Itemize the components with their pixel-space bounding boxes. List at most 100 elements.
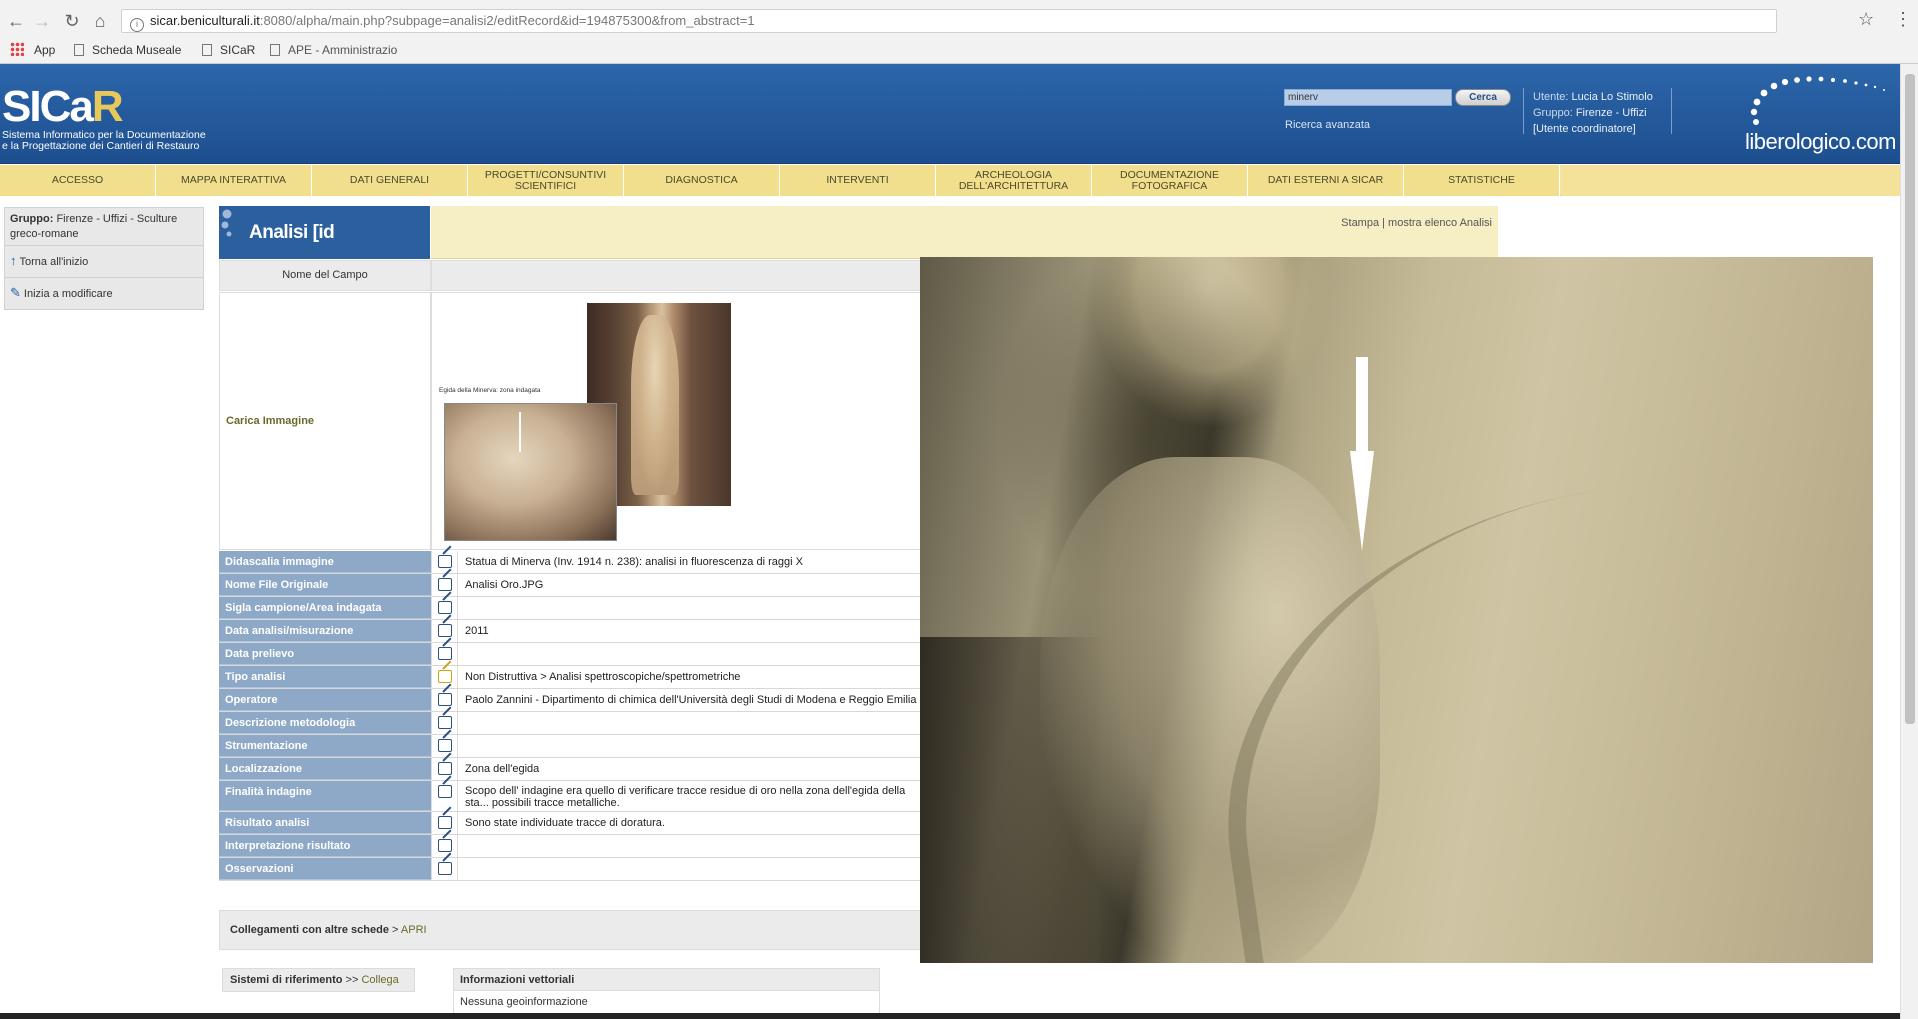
menu-progetti-consuntivi[interactable]: PROGETTI/CONSUNTIVI SCIENTIFICI — [468, 165, 624, 196]
menu-dati-generali[interactable]: DATI GENERALI — [312, 165, 468, 196]
field-row: Operatore Paolo Zannini - Dipartimento di… — [219, 689, 921, 712]
edit-icon[interactable] — [431, 835, 458, 857]
edit-icon[interactable] — [431, 758, 458, 780]
main-menu: ACCESSO MAPPA INTERATTIVA DATI GENERALI … — [0, 165, 1900, 196]
field-value: Zona dell'egida — [465, 763, 540, 775]
edit-icon[interactable] — [431, 735, 458, 757]
menu-dati-esterni[interactable]: DATI ESTERNI A SICAR — [1248, 165, 1404, 196]
edit-icon[interactable] — [431, 689, 458, 711]
site-header: SICaR Sistema Informatico per la Documen… — [0, 64, 1900, 164]
open-links-button[interactable]: APRI — [401, 924, 427, 936]
edit-icon[interactable] — [431, 812, 458, 834]
user-role[interactable]: [Utente coordinatore] — [1533, 121, 1653, 137]
brand-name[interactable]: liberologico.com — [1745, 129, 1896, 155]
field-label: Strumentazione — [219, 735, 431, 757]
back-arrow-icon[interactable]: ← — [4, 9, 28, 33]
url-host: sicar.beniculturali.it — [150, 13, 260, 28]
separator: >> — [345, 974, 359, 986]
menu-statistiche[interactable]: STATISTICHE — [1404, 165, 1560, 196]
field-value: Paolo Zannini - Dipartimento di chimica … — [465, 694, 917, 706]
menu-diagnostica[interactable]: DIAGNOSTICA — [624, 165, 780, 196]
bookmark-sicar[interactable]: SICaR — [202, 42, 255, 58]
field-label: Data prelievo — [219, 643, 431, 665]
edit-icon[interactable] — [431, 551, 458, 573]
user-value: Lucia Lo Stimolo — [1571, 91, 1653, 103]
arrow-marker — [519, 412, 521, 452]
home-icon[interactable]: ⌂ — [88, 9, 112, 33]
record-title: Analisi [id =194875300] — [219, 206, 430, 296]
bookmark-star-icon[interactable]: ☆ — [1858, 9, 1874, 30]
menu-accesso[interactable]: ACCESSO — [0, 165, 156, 196]
menu-interventi[interactable]: INTERVENTI — [780, 165, 936, 196]
field-label: Osservazioni — [219, 858, 431, 880]
browser-menu-icon[interactable]: ⋮ — [1894, 9, 1912, 30]
field-value: Statua di Minerva (Inv. 1914 n. 238): an… — [465, 556, 803, 568]
menu-filler — [1561, 165, 1900, 196]
field-value — [462, 858, 921, 880]
advanced-search-link[interactable]: Ricerca avanzata — [1285, 119, 1370, 131]
field-row: Sigla campione/Area indagata — [219, 597, 921, 620]
arrow-marker-shaft — [1356, 357, 1368, 453]
detail-thumbnail[interactable] — [444, 403, 617, 541]
edit-icon[interactable] — [431, 574, 458, 596]
enlarged-image-popup[interactable] — [920, 257, 1873, 963]
sicar-logo[interactable]: SICaR — [2, 82, 124, 132]
bookmarks-bar: App Scheda Museale SICaR APE - Amministr… — [0, 38, 1918, 62]
user-info: Utente: Lucia Lo Stimolo Gruppo: Firenze… — [1533, 89, 1653, 137]
field-label: Finalità indagine — [219, 781, 431, 811]
sidebar-edit-link[interactable]: ✎ Inizia a modificare — [5, 278, 203, 310]
edit-icon[interactable] — [431, 597, 458, 619]
logo-text: SICa — [2, 82, 94, 131]
field-value — [462, 712, 921, 734]
field-row: Tipo analisi Non Distruttiva > Analisi sp… — [219, 666, 921, 689]
search-input[interactable] — [1284, 89, 1452, 106]
sidebar-back-link[interactable]: ↑ Torna all'inizio — [5, 246, 203, 278]
page-icon — [74, 44, 84, 56]
divider — [1671, 88, 1672, 134]
search-button[interactable]: Cerca — [1455, 89, 1511, 106]
brand-dots-icon — [1750, 76, 1885, 125]
menu-archeologia[interactable]: ARCHEOLOGIA DELL'ARCHITETTURA — [936, 165, 1092, 196]
bookmark-label: SICaR — [220, 43, 256, 57]
field-value — [462, 643, 921, 665]
forward-arrow-icon[interactable]: → — [30, 9, 54, 33]
field-value — [462, 597, 921, 619]
reference-systems-bar: Sistemi di riferimento >> Collega — [222, 968, 415, 992]
bookmark-apps[interactable]: App — [10, 42, 55, 58]
edit-icon[interactable] — [431, 712, 458, 734]
thumbnail-caption: Egida della Minerva: zona indagata — [439, 387, 541, 394]
vector-info-header: Informazioni vettoriali — [454, 969, 879, 991]
divider — [1523, 88, 1524, 134]
linked-records-bar: Collegamenti con altre schede > APRI — [219, 910, 921, 950]
bookmark-scheda-museale[interactable]: Scheda Museale — [74, 42, 181, 58]
info-icon[interactable]: i — [130, 18, 144, 32]
vector-info-body: Nessuna geoinformazione — [460, 996, 588, 1008]
group-value: Firenze - Uffizi — [1575, 107, 1647, 119]
reference-systems-label: Sistemi di riferimento — [230, 974, 343, 986]
edit-icon[interactable] — [431, 620, 458, 642]
statue-figure — [631, 315, 679, 495]
bookmark-ape[interactable]: APE - Amministrazio — [270, 42, 397, 58]
sidebar-group: Gruppo: Firenze - Uffizi - Sculture grec… — [5, 208, 203, 246]
page-scrollbar[interactable] — [1900, 64, 1918, 1019]
connect-link[interactable]: Collega — [361, 974, 398, 986]
field-label: Operatore — [219, 689, 431, 711]
reload-icon[interactable]: ↻ — [60, 9, 84, 33]
field-label: Nome File Originale — [219, 574, 431, 596]
menu-documentazione-fotografica[interactable]: DOCUMENTAZIONE FOTOGRAFICA — [1092, 165, 1248, 196]
field-label: Descrizione metodologia — [219, 712, 431, 734]
field-row: Finalità indagine Scopo dell' indagine er… — [219, 781, 921, 812]
record-actions[interactable]: Stampa | mostra elenco Analisi — [1341, 217, 1492, 229]
title-dots-icon — [221, 209, 232, 237]
edit-icon[interactable] — [431, 781, 458, 811]
arrow-marker-head — [1350, 451, 1374, 551]
menu-mappa-interattiva[interactable]: MAPPA INTERATTIVA — [156, 165, 312, 196]
address-bar[interactable]: i sicar.beniculturali.it:8080/alpha/main.… — [121, 9, 1777, 33]
edit-icon[interactable] — [431, 643, 458, 665]
field-label: Risultato analisi — [219, 812, 431, 834]
edit-icon[interactable] — [431, 666, 458, 688]
field-label: Sigla campione/Area indagata — [219, 597, 431, 619]
scrollbar-thumb[interactable] — [1905, 74, 1915, 724]
edit-icon[interactable] — [431, 858, 458, 880]
vector-info-panel: Informazioni vettoriali Nessuna geoinfor… — [453, 968, 880, 1019]
